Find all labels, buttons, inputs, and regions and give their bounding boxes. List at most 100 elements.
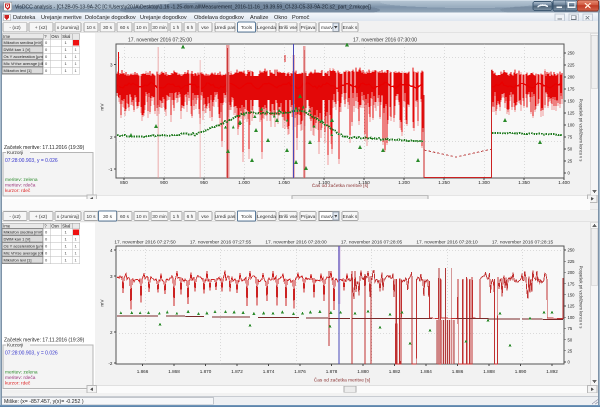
svg-text:Mikrofon sredina [mV]: Mikrofon sredina [mV] [4, 40, 43, 45]
svg-text:2: 2 [110, 135, 113, 140]
svg-text:-1: -1 [108, 167, 113, 172]
svg-text:DWM kan 1 [V]: DWM kan 1 [V] [4, 47, 31, 52]
svg-text:17. november 2016 07:27:50: 17. november 2016 07:27:50 [114, 240, 176, 246]
svg-text:2: 2 [110, 330, 113, 335]
svg-text:mV: mV [100, 299, 106, 307]
svg-text:30 min: 30 min [152, 25, 167, 31]
svg-text:1.886: 1.886 [452, 369, 464, 374]
svg-text:meritev: rdeča: meritev: rdeča [5, 375, 36, 381]
svg-text:200: 200 [568, 75, 576, 80]
svg-text:175: 175 [568, 281, 576, 286]
svg-text:30 s: 30 s [103, 214, 113, 220]
svg-text:125: 125 [568, 111, 576, 116]
svg-text:Tools: Tools [241, 214, 253, 220]
svg-text:17. november 2016 07:28:00: 17. november 2016 07:28:00 [265, 240, 327, 246]
svg-text:Osn: Osn [51, 223, 59, 228]
svg-text:Pospešek pri vzdolžnem koncu v: Pospešek pri vzdolžnem koncu v s [579, 266, 584, 329]
svg-text:Čas od začetka meritve [s]: Čas od začetka meritve [s] [314, 376, 371, 383]
svg-text:Skal: Skal [62, 223, 70, 228]
svg-text:6 h: 6 h [187, 214, 194, 220]
svg-text:75: 75 [568, 326, 573, 331]
svg-text:250: 250 [568, 248, 576, 253]
svg-text:meritev: zelena: meritev: zelena [5, 177, 38, 183]
svg-text:150: 150 [568, 99, 576, 104]
svg-text:17. november 2016 07:28:15: 17. november 2016 07:28:15 [492, 240, 554, 246]
svg-text:Os Y acceleration [µm]: Os Y acceleration [µm] [4, 54, 44, 59]
svg-text:60 s: 60 s [120, 25, 130, 31]
svg-text:250: 250 [568, 51, 576, 56]
svg-text:Mikrofon levi [1]: Mikrofon levi [1] [4, 258, 32, 263]
svg-text:1.874: 1.874 [263, 369, 275, 374]
svg-text:75: 75 [568, 135, 573, 140]
svg-text:VisDCC analysis - [Cf-2B-05-13: VisDCC analysis - [Cf-2B-05-13-9A-2C [C:… [15, 5, 371, 11]
svg-text:Enak s: Enak s [343, 25, 358, 31]
svg-text:1.892: 1.892 [546, 369, 558, 374]
svg-text:Uredi pas: Uredi pas [215, 25, 236, 31]
svg-text:kurzor: rdeč: kurzor: rdeč [5, 188, 31, 194]
svg-text:vse: vse [201, 215, 209, 220]
svg-text:50: 50 [568, 337, 573, 342]
svg-text:Prijava: Prijava [301, 25, 316, 31]
svg-text:+ (x2): + (x2) [35, 214, 48, 220]
svg-text:Enak s: Enak s [343, 214, 358, 220]
svg-text:17. november 2016 07:28:05: 17. november 2016 07:28:05 [341, 240, 403, 246]
svg-text:x (zumiraj): x (zumiraj) [57, 25, 80, 31]
svg-text:150: 150 [568, 293, 576, 298]
svg-text:25: 25 [568, 159, 573, 164]
svg-text:Urejanje meritve: Urejanje meritve [41, 15, 82, 21]
svg-text:10 s: 10 s [86, 25, 96, 31]
svg-text:1.872: 1.872 [231, 369, 243, 374]
svg-text:1.350: 1.350 [518, 180, 530, 185]
svg-text:Datoteka: Datoteka [13, 15, 36, 21]
svg-text:1.400: 1.400 [558, 180, 570, 185]
svg-text:Mikrofon sredina [mV]: Mikrofon sredina [mV] [4, 230, 43, 235]
svg-text:1.200: 1.200 [398, 180, 410, 185]
svg-text:1.880: 1.880 [357, 369, 369, 374]
svg-text:1.878: 1.878 [326, 369, 338, 374]
svg-text:3: 3 [110, 274, 113, 279]
svg-text:1.000: 1.000 [238, 180, 250, 185]
svg-text:30 s: 30 s [103, 25, 113, 31]
svg-text:17. november 2016 07:27:55: 17. november 2016 07:27:55 [190, 240, 252, 246]
svg-text:Okno: Okno [274, 15, 287, 21]
svg-text:Mic VrVse average [dB]: Mic VrVse average [dB] [4, 61, 46, 66]
svg-text:DWM kan 1 [V]: DWM kan 1 [V] [4, 237, 31, 242]
svg-text:10 s: 10 s [86, 214, 96, 220]
svg-text:1.300: 1.300 [478, 180, 490, 185]
svg-text:225: 225 [568, 259, 576, 264]
svg-text:vse: vse [201, 26, 209, 31]
svg-text:Analize: Analize [250, 15, 268, 21]
svg-text:225: 225 [568, 63, 576, 68]
svg-text:3: 3 [110, 62, 113, 67]
svg-text:Legenda: Legenda [257, 25, 276, 31]
svg-text:07:28:00.903, y = 0.026: 07:28:00.903, y = 0.026 [5, 158, 58, 164]
svg-text:200: 200 [568, 270, 576, 275]
svg-text:1.870: 1.870 [200, 369, 212, 374]
svg-text:- (x2): - (x2) [9, 214, 21, 220]
svg-text:Kurzorji: Kurzorji [7, 150, 23, 156]
svg-text:x (zumiraj): x (zumiraj) [57, 214, 80, 220]
svg-text:17. november 2016 07:25:00: 17. november 2016 07:25:00 [128, 38, 192, 44]
svg-text:900: 900 [160, 180, 168, 185]
svg-text:10 m: 10 m [136, 25, 147, 31]
svg-text:1.882: 1.882 [389, 369, 401, 374]
svg-text:1.876: 1.876 [294, 369, 306, 374]
svg-text:Legenda: Legenda [257, 214, 276, 220]
svg-text:Skal: Skal [62, 34, 70, 39]
svg-text:100: 100 [568, 123, 576, 128]
svg-text:Briši vse: Briši vse [279, 214, 297, 220]
svg-text:10 m: 10 m [136, 214, 147, 220]
svg-text:Pomoč: Pomoč [292, 15, 310, 21]
svg-text:Mikrofon levi [1]: Mikrofon levi [1] [4, 68, 32, 73]
svg-text:Urejanje dogodkov: Urejanje dogodkov [140, 15, 187, 21]
svg-text:mV: mV [100, 103, 106, 111]
svg-text:Prijava: Prijava [301, 214, 316, 220]
svg-text:Uredi pas: Uredi pas [215, 214, 236, 220]
svg-text:6 h: 6 h [187, 25, 194, 31]
svg-text:1.884: 1.884 [420, 369, 432, 374]
svg-text:Tools: Tools [241, 25, 253, 31]
svg-text:1 h: 1 h [173, 25, 180, 31]
svg-text:1.868: 1.868 [168, 369, 180, 374]
svg-text:meritev: rdeča: meritev: rdeča [5, 183, 36, 189]
svg-text:Ime: Ime [3, 223, 11, 228]
